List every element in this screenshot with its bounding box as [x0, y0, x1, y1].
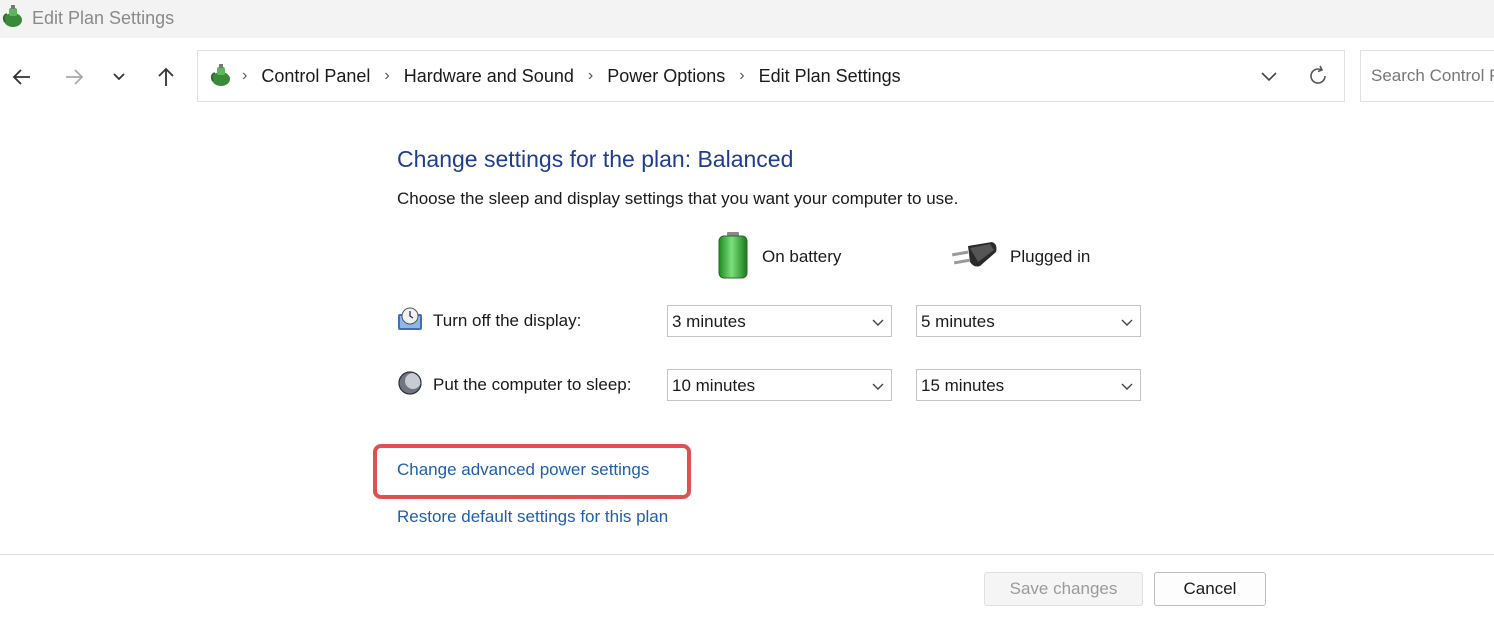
display-icon — [397, 306, 423, 337]
breadcrumb: › Control Panel › Hardware and Sound › P… — [242, 51, 915, 101]
sleep-moon-icon — [397, 370, 423, 401]
address-history-dropdown[interactable] — [1258, 65, 1280, 87]
breadcrumb-separator: › — [739, 67, 745, 84]
power-options-icon — [0, 4, 26, 30]
chevron-down-icon — [1120, 315, 1134, 329]
breadcrumb-separator: › — [384, 67, 390, 84]
arrow-up-icon — [155, 66, 177, 88]
page-title: Change settings for the plan: Balanced — [397, 146, 794, 172]
arrow-right-icon — [63, 66, 85, 88]
search-input[interactable]: Search Control Panel — [1360, 50, 1494, 102]
window-title: Edit Plan Settings — [32, 8, 175, 28]
arrow-left-icon — [11, 66, 33, 88]
title-bar: Edit Plan Settings — [0, 0, 1494, 38]
refresh-icon — [1310, 65, 1326, 84]
select-value: 15 minutes — [921, 376, 1005, 395]
display-off-battery-select[interactable]: 3 minutes — [667, 305, 892, 337]
row-label: Turn off the display: — [433, 311, 582, 330]
chevron-down-icon — [871, 379, 885, 393]
chevron-down-icon — [871, 315, 885, 329]
forward-button[interactable] — [57, 60, 91, 94]
breadcrumb-separator: › — [587, 67, 594, 84]
breadcrumb-item-power-options[interactable]: Power Options — [607, 66, 725, 87]
recent-locations-button[interactable] — [102, 60, 136, 94]
column-header-plugged-in: Plugged in — [950, 232, 1090, 282]
select-value: 10 minutes — [672, 376, 756, 395]
chevron-down-icon — [1120, 379, 1134, 393]
sleep-battery-select[interactable]: 10 minutes — [667, 369, 892, 401]
display-off-plugged-select[interactable]: 5 minutes — [916, 305, 1141, 337]
row-sleep: Put the computer to sleep: — [397, 369, 631, 401]
edit-plan-settings-window: Edit Plan Settings › Control Panel › Har… — [0, 0, 1494, 640]
chevron-down-icon — [1261, 72, 1277, 82]
column-label: Plugged in — [1010, 247, 1091, 266]
row-label: Put the computer to sleep: — [433, 375, 632, 394]
column-label: On battery — [762, 247, 842, 266]
up-button[interactable] — [149, 60, 183, 94]
footer-divider — [0, 554, 1494, 555]
refresh-button[interactable] — [1306, 64, 1330, 88]
power-options-icon — [208, 63, 234, 89]
select-value: 5 minutes — [921, 312, 995, 331]
save-changes-button[interactable]: Save changes — [984, 572, 1143, 606]
cancel-button[interactable]: Cancel — [1154, 572, 1266, 606]
page-subtitle: Choose the sleep and display settings th… — [397, 189, 959, 208]
breadcrumb-item-hardware-and-sound[interactable]: Hardware and Sound — [404, 66, 574, 87]
address-bar[interactable]: › Control Panel › Hardware and Sound › P… — [197, 50, 1345, 102]
chevron-down-icon — [111, 69, 127, 85]
breadcrumb-separator: › — [242, 67, 248, 84]
back-button[interactable] — [5, 60, 39, 94]
restore-default-settings-link[interactable]: Restore default settings for this plan — [397, 507, 668, 527]
battery-icon — [716, 231, 750, 284]
breadcrumb-item-edit-plan-settings[interactable]: Edit Plan Settings — [759, 66, 901, 87]
row-turn-off-display: Turn off the display: — [397, 305, 581, 337]
power-plug-icon — [950, 240, 998, 275]
column-header-on-battery: On battery — [716, 231, 842, 284]
select-value: 3 minutes — [672, 312, 746, 331]
sleep-plugged-select[interactable]: 15 minutes — [916, 369, 1141, 401]
change-advanced-power-settings-link[interactable]: Change advanced power settings — [397, 460, 649, 480]
breadcrumb-item-control-panel[interactable]: Control Panel — [261, 66, 370, 87]
